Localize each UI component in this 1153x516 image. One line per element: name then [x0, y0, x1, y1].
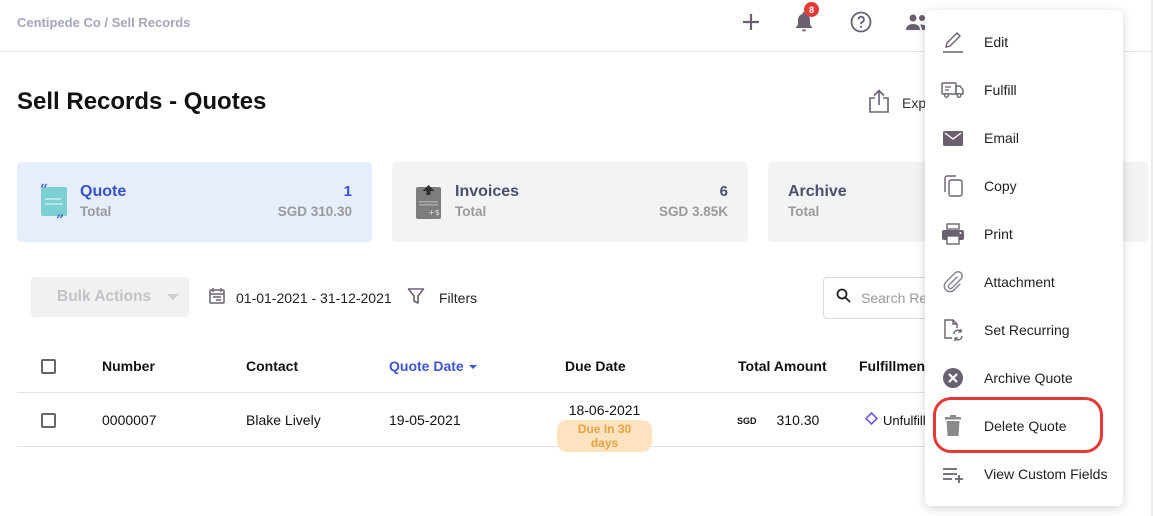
cell-contact: Blake Lively	[246, 412, 321, 428]
column-header-fulfillment[interactable]: Fulfillment	[859, 358, 930, 374]
menu-item-view-custom-fields[interactable]: View Custom Fields	[925, 450, 1123, 498]
trash-icon	[941, 414, 965, 438]
summary-card-invoices[interactable]: +$ Invoices Total 6 SGD 3.85K	[392, 162, 748, 242]
card-amount: SGD 3.85K	[658, 204, 728, 219]
invoice-document-icon: +$	[415, 182, 445, 222]
breadcrumb[interactable]: Centipede Co / Sell Records	[17, 15, 190, 30]
list-add-icon	[941, 462, 965, 486]
menu-item-edit[interactable]: Edit	[925, 18, 1123, 66]
archive-x-icon	[941, 366, 965, 390]
menu-item-label: Email	[984, 130, 1020, 146]
currency-code: SGD	[737, 416, 757, 427]
card-count: 6	[719, 183, 728, 200]
date-range-picker[interactable]: 01-01-2021 - 31-12-2021	[208, 287, 392, 308]
cell-number: 0000007	[102, 412, 157, 428]
card-sub: Total	[788, 204, 820, 219]
calendar-icon	[208, 287, 226, 308]
card-sub: Total	[455, 204, 487, 219]
export-button[interactable]: Exp	[868, 89, 926, 116]
printer-icon	[941, 222, 965, 246]
due-date-value: 18-06-2021	[568, 402, 641, 418]
column-header-number[interactable]: Number	[102, 358, 155, 374]
pencil-icon	[941, 30, 965, 54]
column-header-contact[interactable]: Contact	[246, 358, 298, 374]
menu-item-label: Print	[984, 226, 1013, 242]
cell-total-amount: SGD 310.30	[737, 412, 819, 428]
menu-item-email[interactable]: Email	[925, 114, 1123, 162]
quote-document-icon: “”	[39, 182, 69, 229]
card-count: 1	[343, 183, 352, 200]
select-all-checkbox[interactable]	[41, 359, 56, 374]
menu-item-set-recurring[interactable]: Set Recurring	[925, 306, 1123, 354]
row-checkbox[interactable]	[41, 413, 56, 428]
menu-item-fulfill[interactable]: Fulfill	[925, 66, 1123, 114]
summary-card-quote[interactable]: “” Quote Total 1 SGD 310.30	[17, 162, 372, 242]
menu-item-print[interactable]: Print	[925, 210, 1123, 258]
svg-text:”: ”	[56, 213, 64, 222]
menu-item-label: Edit	[984, 34, 1009, 50]
menu-item-label: Archive Quote	[984, 370, 1073, 386]
column-header-quote-date[interactable]: Quote Date	[389, 358, 477, 374]
menu-item-label: Set Recurring	[984, 322, 1070, 338]
search-icon	[836, 288, 851, 308]
svg-text:+$: +$	[428, 208, 440, 217]
bulk-actions-label: Bulk Actions	[57, 288, 152, 305]
paperclip-icon	[941, 270, 965, 294]
amount-value: 310.30	[776, 412, 820, 428]
cell-due-date: 18-06-2021 Due In 30 days	[557, 402, 652, 452]
due-status-badge: Due In 30 days	[557, 420, 652, 452]
menu-item-label: Delete Quote	[984, 418, 1067, 434]
help-icon[interactable]	[849, 10, 873, 34]
card-label: Archive	[788, 183, 847, 200]
card-label: Quote	[80, 183, 127, 200]
menu-item-label: Attachment	[984, 274, 1055, 290]
column-header-due-date[interactable]: Due Date	[565, 358, 626, 374]
row-actions-menu: Edit Fulfill Email Copy Print Attachment	[925, 10, 1123, 506]
export-label: Exp	[902, 94, 927, 111]
menu-item-copy[interactable]: Copy	[925, 162, 1123, 210]
chevron-down-icon	[167, 294, 179, 300]
card-sub: Total	[80, 204, 112, 219]
cell-quote-date: 19-05-2021	[389, 412, 461, 428]
bulk-actions-dropdown[interactable]: Bulk Actions	[31, 277, 189, 317]
filters-label: Filters	[439, 289, 478, 306]
menu-item-label: View Custom Fields	[984, 466, 1108, 482]
menu-item-delete-quote[interactable]: Delete Quote	[925, 402, 1123, 450]
page-title: Sell Records - Quotes	[17, 88, 267, 115]
plus-icon[interactable]	[739, 10, 763, 34]
filter-icon	[407, 287, 425, 308]
diamond-status-icon	[864, 411, 879, 428]
bell-icon[interactable]: 8	[792, 2, 819, 34]
export-icon	[868, 89, 890, 116]
menu-item-label: Fulfill	[984, 82, 1017, 98]
svg-text:“: “	[40, 182, 48, 198]
card-label: Invoices	[455, 183, 520, 200]
column-header-quote-date-label: Quote Date	[389, 358, 464, 374]
menu-item-archive-quote[interactable]: Archive Quote	[925, 354, 1123, 402]
truck-icon	[941, 78, 965, 102]
menu-item-label: Copy	[984, 178, 1017, 194]
recurring-document-icon	[941, 318, 965, 342]
envelope-icon	[941, 126, 965, 150]
sort-desc-icon	[468, 365, 477, 370]
column-header-total-amount[interactable]: Total Amount	[738, 358, 827, 374]
filters-button[interactable]: Filters	[407, 287, 477, 308]
notification-badge: 8	[804, 2, 819, 17]
date-range-label: 01-01-2021 - 31-12-2021	[236, 289, 392, 306]
copy-icon	[941, 174, 965, 198]
card-amount: SGD 310.30	[277, 204, 352, 219]
menu-item-attachment[interactable]: Attachment	[925, 258, 1123, 306]
